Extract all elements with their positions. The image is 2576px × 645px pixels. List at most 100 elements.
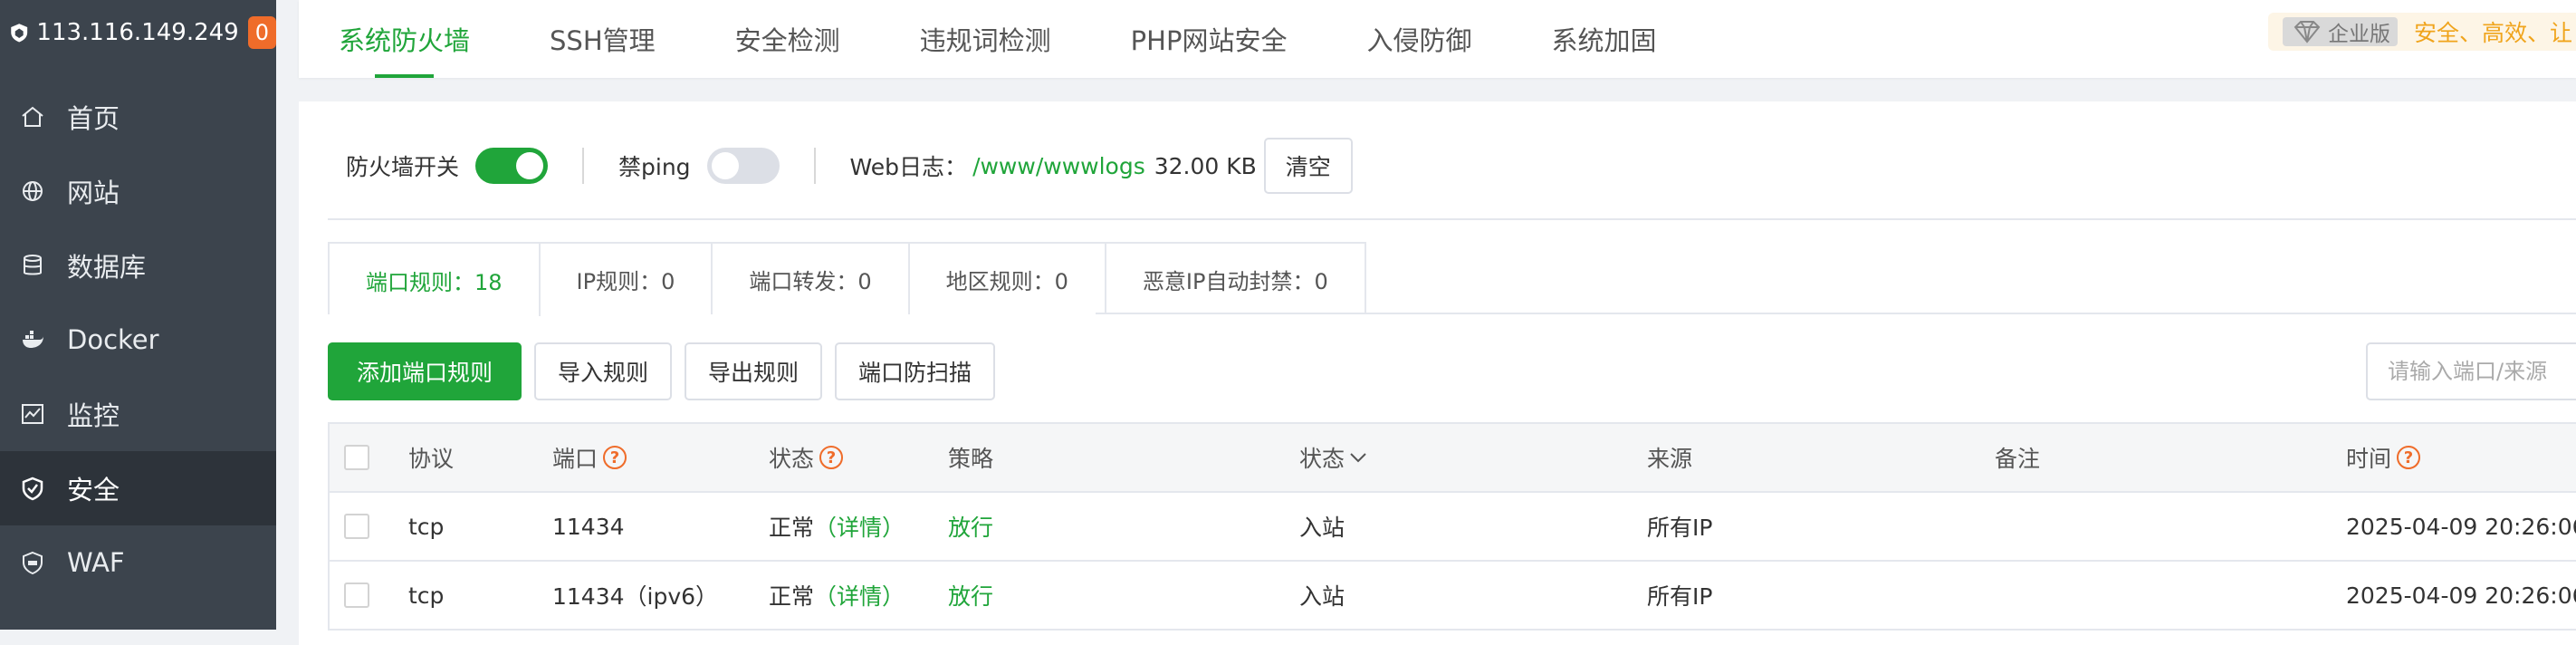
select-all-cell (344, 424, 369, 491)
sidebar-item-label: 数据库 (67, 252, 147, 283)
clear-log-button[interactable]: 清空 (1263, 138, 1353, 194)
enterprise-banner[interactable]: 企业版 安全、高效、让 (2268, 13, 2576, 51)
row-checkbox[interactable] (344, 582, 369, 608)
docker-icon (23, 331, 43, 348)
cell-status: 正常 （详情） (769, 562, 905, 629)
enterprise-label: 企业版 (2328, 23, 2390, 46)
waf-shield-icon (23, 551, 43, 575)
server-header[interactable]: 113.116.149.249 0 (0, 0, 276, 65)
cell-policy[interactable]: 放行 (948, 493, 993, 560)
tab-intrusion-defense[interactable]: 入侵防御 (1366, 0, 1471, 78)
cell-port: 11434 (552, 513, 625, 540)
database-icon (24, 255, 42, 275)
security-tabs: 系统防火墙 SSH管理 安全检测 违规词检测 PHP网站安全 入侵防御 系统加固 (299, 0, 2576, 78)
sidebar-item-label: 网站 (67, 178, 120, 208)
chevron-down-icon (1350, 453, 1366, 463)
cell-time: 2025-04-09 20:26:06 (2346, 582, 2576, 609)
tab-system-firewall[interactable]: 系统防火墙 (339, 0, 470, 78)
sidebar: 113.116.149.249 0 首页 网站 数据库 Docker 监控 安全… (0, 0, 276, 630)
tabs-baseline (1096, 313, 2576, 314)
add-port-rule-button[interactable]: 添加端口规则 (328, 342, 522, 400)
subtab-region-rules[interactable]: 地区规则：0 (909, 244, 1106, 314)
home-icon (22, 106, 43, 127)
cell-direction: 入站 (1299, 515, 1345, 541)
header-policy: 策略 (948, 446, 994, 472)
weblog-path-link[interactable]: /www/wwwlogs (972, 153, 1145, 179)
search-input[interactable] (2366, 342, 2576, 400)
notification-badge[interactable]: 0 (247, 16, 276, 49)
firewall-switch-label: 防火墙开关 (346, 154, 460, 180)
server-logo-icon (11, 24, 28, 43)
firewall-panel: 防火墙开关 禁ping Web日志： /www/wwwlogs 32.00 KB… (299, 101, 2576, 645)
cell-time: 2025-04-09 20:26:06 (2346, 513, 2576, 540)
header-status-label: 状态 (769, 446, 815, 472)
firewall-toggle[interactable] (475, 148, 549, 184)
help-icon[interactable]: ? (819, 446, 844, 469)
enterprise-slogan: 安全、高效、让 (2414, 20, 2573, 46)
tab-ssh[interactable]: SSH管理 (550, 0, 656, 78)
help-icon[interactable]: ? (2397, 446, 2421, 469)
export-rules-button[interactable]: 导出规则 (685, 342, 823, 400)
sidebar-item-docker[interactable]: Docker (0, 303, 276, 377)
subtab-ip-rules[interactable]: IP规则：0 (540, 244, 713, 314)
cell-protocol: tcp (408, 582, 445, 609)
tab-system-hardening[interactable]: 系统加固 (1551, 0, 1656, 78)
divider (813, 148, 816, 184)
sidebar-item-home[interactable]: 首页 (0, 80, 276, 154)
subtab-malicious-ip-ban[interactable]: 恶意IP自动封禁：0 (1106, 244, 1365, 314)
header-direction-label: 状态 (1299, 446, 1345, 472)
header-time: 时间? (2346, 424, 2421, 491)
diamond-icon (2294, 21, 2321, 43)
enterprise-pill: 企业版 (2283, 17, 2398, 46)
row-checkbox[interactable] (344, 514, 369, 539)
toggle-knob (516, 152, 544, 179)
tab-violation-words[interactable]: 违规词检测 (920, 0, 1051, 78)
cell-port: 11434（ipv6） (552, 583, 719, 610)
cell-source: 所有IP (1647, 515, 1713, 541)
row-select-cell (344, 562, 369, 629)
header-port: 端口? (552, 424, 627, 491)
header-source: 来源 (1647, 446, 1693, 472)
table-row: tcp 11434（ipv6） 正常 （详情） 放行 入站 所有IP 2025-0… (330, 562, 2576, 631)
select-all-checkbox[interactable] (344, 445, 369, 470)
sidebar-item-label: WAF (67, 547, 125, 578)
detail-link[interactable]: （详情） (814, 510, 905, 543)
tab-security-check[interactable]: 安全检测 (735, 0, 840, 78)
cell-direction: 入站 (1299, 583, 1345, 610)
header-time-label: 时间 (2346, 446, 2392, 472)
tab-php-security[interactable]: PHP网站安全 (1131, 0, 1288, 78)
weblog-size: 32.00 KB (1154, 152, 1257, 179)
header-port-label: 端口 (552, 446, 599, 472)
help-icon[interactable]: ? (603, 446, 627, 469)
table-row: tcp 11434 正常 （详情） 放行 入站 所有IP 2025-04-09 2… (330, 493, 2576, 562)
cell-protocol: tcp (408, 513, 445, 540)
section-divider (328, 218, 2576, 220)
cell-source: 所有IP (1647, 583, 1713, 610)
sidebar-item-label: 监控 (67, 400, 120, 431)
header-direction[interactable]: 状态 (1299, 424, 1368, 491)
subtab-port-forward[interactable]: 端口转发：0 (713, 244, 910, 314)
port-rules-table: 协议 端口? 状态? 策略 状态 来源 备注 时间? tcp 11434 正常（… (328, 422, 2576, 631)
import-rules-button[interactable]: 导入规则 (534, 342, 673, 400)
sidebar-item-security[interactable]: 安全 (0, 451, 276, 525)
cell-status-text: 正常 (769, 583, 815, 610)
cell-policy[interactable]: 放行 (948, 562, 993, 629)
divider (582, 148, 585, 184)
sidebar-item-label: 安全 (67, 475, 120, 505)
ping-label: 禁ping (618, 154, 691, 180)
header-remark: 备注 (1995, 446, 2041, 472)
port-scan-protect-button[interactable]: 端口防扫描 (835, 342, 996, 400)
header-protocol: 协议 (408, 446, 455, 472)
subtab-port-rules[interactable]: 端口规则：18 (330, 244, 541, 316)
header-status: 状态? (769, 424, 844, 491)
sidebar-item-database[interactable]: 数据库 (0, 228, 276, 303)
ping-toggle[interactable] (706, 148, 780, 184)
detail-link[interactable]: （详情） (814, 579, 905, 611)
sidebar-item-website[interactable]: 网站 (0, 154, 276, 228)
sidebar-item-monitor[interactable]: 监控 (0, 377, 276, 451)
shield-icon (22, 477, 43, 501)
firewall-controls: 防火墙开关 禁ping Web日志： /www/wwwlogs 32.00 KB… (346, 138, 1353, 194)
server-ip: 113.116.149.249 (36, 19, 239, 46)
sidebar-item-waf[interactable]: WAF (0, 525, 276, 600)
sidebar-item-label: 首页 (67, 103, 120, 134)
